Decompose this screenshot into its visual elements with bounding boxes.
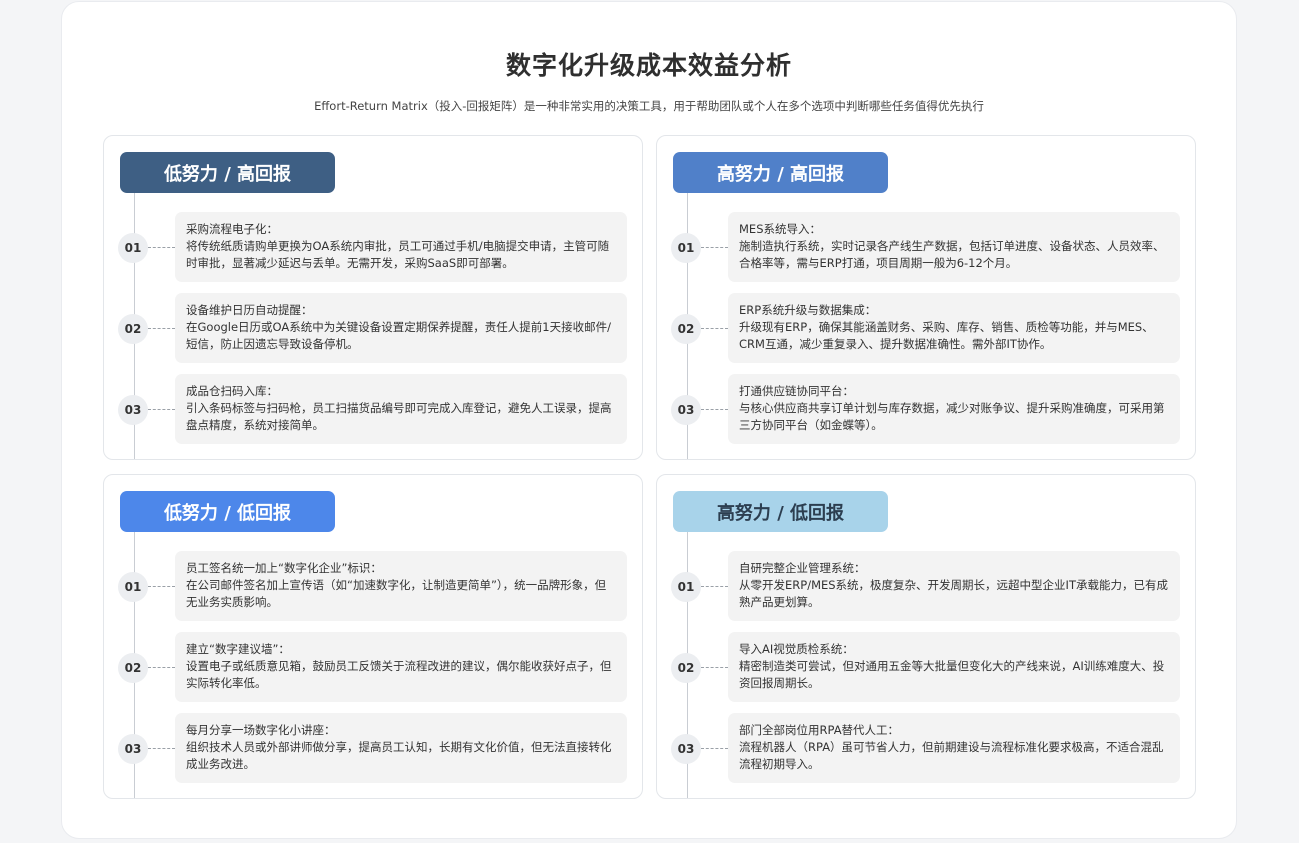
page-panel: 数字化升级成本效益分析 Effort-Return Matrix（投入-回报矩阵… (61, 1, 1237, 839)
list-item: 01 自研完整企业管理系统： 从零开发ERP/MES系统，极度复杂、开发周期长，… (657, 551, 1197, 621)
item-heading: 建立“数字建议墙”： (186, 642, 290, 656)
item-body: 在公司邮件签名加上宣传语（如“加速数字化，让制造更简单”），统一品牌形象，但无业… (186, 578, 607, 609)
item-card: 设备维护日历自动提醒： 在Google日历或OA系统中为关键设备设置定期保养提醒… (175, 293, 627, 363)
connector-line (148, 328, 175, 329)
connector-line (701, 409, 728, 410)
connector-line (701, 328, 728, 329)
connector-line (148, 409, 175, 410)
item-body: 流程机器人（RPA）虽可节省人力，但前期建设与流程标准化要求极高，不适合混乱流程… (739, 740, 1164, 771)
quadrant-high-effort-high-return: 高努力 / 高回报 01 MES系统导入： 施制造执行系统，实时记录各产线生产数… (656, 135, 1196, 460)
quadrant-header: 低努力 / 高回报 (120, 152, 335, 193)
item-heading: 部门全部岗位用RPA替代人工： (739, 723, 900, 737)
step-number: 03 (118, 734, 148, 764)
list-item: 03 打通供应链协同平台： 与核心供应商共享订单计划与库存数据，减少对账争议、提… (657, 374, 1197, 444)
connector-line (701, 667, 728, 668)
quadrant-header: 低努力 / 低回报 (120, 491, 335, 532)
item-heading: 采购流程电子化： (186, 222, 278, 236)
item-card: ERP系统升级与数据集成： 升级现有ERP，确保其能涵盖财务、采购、库存、销售、… (728, 293, 1180, 363)
step-number: 01 (118, 572, 148, 602)
quadrant-high-effort-low-return: 高努力 / 低回报 01 自研完整企业管理系统： 从零开发ERP/MES系统，极… (656, 474, 1196, 799)
item-card: 每月分享一场数字化小讲座： 组织技术人员或外部讲师做分享，提高员工认知，长期有文… (175, 713, 627, 783)
item-card: 采购流程电子化： 将传统纸质请购单更换为OA系统内审批，员工可通过手机/电脑提交… (175, 212, 627, 282)
list-item: 02 ERP系统升级与数据集成： 升级现有ERP，确保其能涵盖财务、采购、库存、… (657, 293, 1197, 363)
item-card: 部门全部岗位用RPA替代人工： 流程机器人（RPA）虽可节省人力，但前期建设与流… (728, 713, 1180, 783)
list-item: 03 部门全部岗位用RPA替代人工： 流程机器人（RPA）虽可节省人力，但前期建… (657, 713, 1197, 783)
item-heading: 员工签名统一加上“数字化企业”标识： (186, 561, 382, 575)
item-heading: 打通供应链协同平台： (739, 384, 854, 398)
step-number: 03 (671, 395, 701, 425)
item-body: 与核心供应商共享订单计划与库存数据，减少对账争议、提升采购准确度，可采用第三方协… (739, 401, 1165, 432)
list-item: 01 员工签名统一加上“数字化企业”标识： 在公司邮件签名加上宣传语（如“加速数… (104, 551, 644, 621)
connector-line (148, 247, 175, 248)
step-number: 01 (671, 233, 701, 263)
list-item: 02 建立“数字建议墙”： 设置电子或纸质意见箱，鼓励员工反馈关于流程改进的建议… (104, 632, 644, 702)
item-body: 施制造执行系统，实时记录各产线生产数据，包括订单进度、设备状态、人员效率、合格率… (739, 239, 1165, 270)
list-item: 03 成品仓扫码入库： 引入条码标签与扫码枪，员工扫描货品编号即可完成入库登记，… (104, 374, 644, 444)
step-number: 02 (118, 653, 148, 683)
connector-line (148, 667, 175, 668)
step-number: 02 (671, 314, 701, 344)
item-heading: ERP系统升级与数据集成： (739, 303, 877, 317)
connector-line (701, 748, 728, 749)
item-body: 升级现有ERP，确保其能涵盖财务、采购、库存、销售、质检等功能，并与MES、CR… (739, 320, 1154, 351)
quadrant-low-effort-high-return: 低努力 / 高回报 01 采购流程电子化： 将传统纸质请购单更换为OA系统内审批… (103, 135, 643, 460)
item-card: 成品仓扫码入库： 引入条码标签与扫码枪，员工扫描货品编号即可完成入库登记，避免人… (175, 374, 627, 444)
connector-line (701, 586, 728, 587)
item-body: 设置电子或纸质意见箱，鼓励员工反馈关于流程改进的建议，偶尔能收获好点子，但实际转… (186, 659, 612, 690)
page-title: 数字化升级成本效益分析 (505, 51, 792, 80)
item-card: 建立“数字建议墙”： 设置电子或纸质意见箱，鼓励员工反馈关于流程改进的建议，偶尔… (175, 632, 627, 702)
connector-line (701, 247, 728, 248)
step-number: 03 (118, 395, 148, 425)
item-heading: 设备维护日历自动提醒： (186, 303, 313, 317)
step-number: 03 (671, 734, 701, 764)
item-heading: 成品仓扫码入库： (186, 384, 278, 398)
item-heading: 每月分享一场数字化小讲座： (186, 723, 336, 737)
connector-line (148, 748, 175, 749)
step-number: 01 (118, 233, 148, 263)
list-item: 02 导入AI视觉质检系统： 精密制造类可尝试，但对通用五金等大批量但变化大的产… (657, 632, 1197, 702)
item-heading: 自研完整企业管理系统： (739, 561, 866, 575)
step-number: 01 (671, 572, 701, 602)
step-number: 02 (671, 653, 701, 683)
item-card: 打通供应链协同平台： 与核心供应商共享订单计划与库存数据，减少对账争议、提升采购… (728, 374, 1180, 444)
item-card: MES系统导入： 施制造执行系统，实时记录各产线生产数据，包括订单进度、设备状态… (728, 212, 1180, 282)
quadrant-header: 高努力 / 高回报 (673, 152, 888, 193)
connector-line (148, 586, 175, 587)
item-card: 自研完整企业管理系统： 从零开发ERP/MES系统，极度复杂、开发周期长，远超中… (728, 551, 1180, 621)
item-body: 组织技术人员或外部讲师做分享，提高员工认知，长期有文化价值，但无法直接转化成业务… (186, 740, 612, 771)
item-body: 引入条码标签与扫码枪，员工扫描货品编号即可完成入库登记，避免人工误录，提高盘点精… (186, 401, 612, 432)
page-subtitle: Effort-Return Matrix（投入-回报矩阵）是一种非常实用的决策工… (314, 99, 984, 113)
list-item: 03 每月分享一场数字化小讲座： 组织技术人员或外部讲师做分享，提高员工认知，长… (104, 713, 644, 783)
item-body: 在Google日历或OA系统中为关键设备设置定期保养提醒，责任人提前1天接收邮件… (186, 320, 611, 351)
item-body: 将传统纸质请购单更换为OA系统内审批，员工可通过手机/电脑提交申请，主管可随时审… (186, 239, 610, 270)
step-number: 02 (118, 314, 148, 344)
quadrant-header: 高努力 / 低回报 (673, 491, 888, 532)
quadrant-low-effort-low-return: 低努力 / 低回报 01 员工签名统一加上“数字化企业”标识： 在公司邮件签名加… (103, 474, 643, 799)
item-body: 精密制造类可尝试，但对通用五金等大批量但变化大的产线来说，AI训练难度大、投资回… (739, 659, 1165, 690)
item-heading: MES系统导入： (739, 222, 821, 236)
item-body: 从零开发ERP/MES系统，极度复杂、开发周期长，远超中型企业IT承载能力，已有… (739, 578, 1168, 609)
list-item: 01 采购流程电子化： 将传统纸质请购单更换为OA系统内审批，员工可通过手机/电… (104, 212, 644, 282)
item-card: 员工签名统一加上“数字化企业”标识： 在公司邮件签名加上宣传语（如“加速数字化，… (175, 551, 627, 621)
list-item: 01 MES系统导入： 施制造执行系统，实时记录各产线生产数据，包括订单进度、设… (657, 212, 1197, 282)
list-item: 02 设备维护日历自动提醒： 在Google日历或OA系统中为关键设备设置定期保… (104, 293, 644, 363)
item-heading: 导入AI视觉质检系统： (739, 642, 854, 656)
item-card: 导入AI视觉质检系统： 精密制造类可尝试，但对通用五金等大批量但变化大的产线来说… (728, 632, 1180, 702)
